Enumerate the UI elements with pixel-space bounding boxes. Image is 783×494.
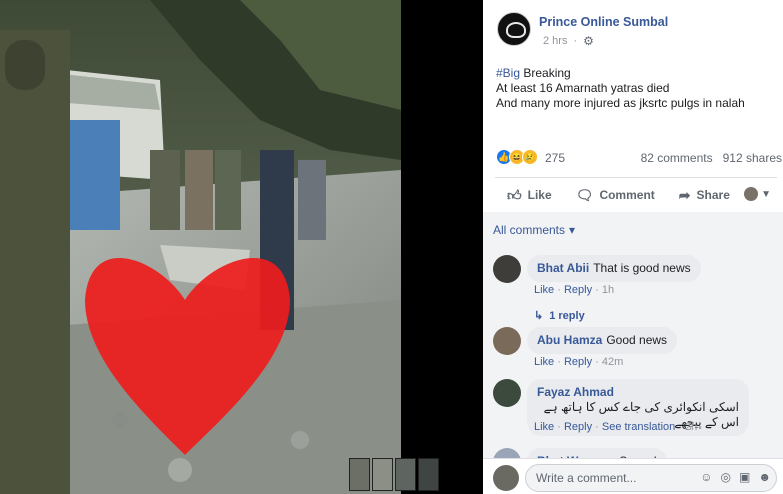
- share-arrow-icon: ➦: [678, 186, 691, 203]
- commenter-name[interactable]: Abu Hamza: [537, 333, 602, 347]
- avatar: [744, 187, 759, 201]
- page-name-link[interactable]: Prince Online Sumbal: [539, 15, 668, 29]
- comment-like-link[interactable]: Like: [534, 284, 554, 296]
- comment-bubble: Abu Hamza Good news: [527, 327, 678, 354]
- see-translation-link[interactable]: See translation: [602, 421, 675, 433]
- photo-thumbnail[interactable]: [418, 458, 439, 491]
- sticker-icon[interactable]: ☻: [758, 470, 771, 484]
- view-replies-link[interactable]: ↳ 1 reply: [534, 309, 585, 323]
- gear-icon[interactable]: ⚙: [583, 34, 594, 48]
- reaction-count[interactable]: 275: [545, 151, 565, 165]
- comment-time[interactable]: 42m: [602, 356, 623, 368]
- commenter-avatar[interactable]: [493, 255, 521, 283]
- comment-time[interactable]: 2h: [685, 421, 697, 433]
- shares-count-link[interactable]: 912 shares: [723, 151, 782, 165]
- emoji-icon[interactable]: ☺: [700, 470, 712, 484]
- comment-text: Good news: [606, 333, 668, 347]
- commenter-avatar[interactable]: [493, 327, 521, 355]
- comments-section: All comments ▾ Bhat Abii That is good new…: [483, 212, 783, 494]
- gif-icon[interactable]: ▣: [739, 470, 750, 484]
- engagement-counts: 82 comments 912 shares: [641, 151, 782, 165]
- comment-reply-link[interactable]: Reply: [564, 284, 592, 296]
- comment-actions: Like · Reply · 1h: [534, 284, 615, 296]
- commenter-name[interactable]: Fayaz Ahmad: [537, 385, 614, 399]
- page-avatar[interactable]: [497, 12, 531, 46]
- comment-bubble: Bhat Abii That is good news: [527, 255, 701, 282]
- photo-thumbnail-strip: [349, 458, 439, 491]
- caret-down-icon: ▾: [569, 223, 576, 237]
- sad-reaction-icon: 😢: [522, 149, 538, 165]
- comment: Bhat Abii That is good news Like · Reply …: [493, 255, 773, 322]
- comment-reply-link[interactable]: Reply: [564, 421, 592, 433]
- comment-like-link[interactable]: Like: [534, 421, 554, 433]
- photo-viewer: [0, 0, 483, 494]
- thumbs-up-icon: 👍︎: [507, 186, 522, 203]
- post-meta: 2 hrs · ⚙: [543, 34, 594, 48]
- photo-thumbnail[interactable]: [349, 458, 370, 491]
- post-text: #Big Breaking At least 16 Amarnath yatra…: [496, 66, 776, 111]
- post-actions-bar: 👍︎ Like 🗨︎ Comment ➦ Share ▼: [495, 181, 781, 209]
- post-line-3: And many more injured as jksrtc pulgs in…: [496, 96, 745, 110]
- photo-illustration: [0, 0, 401, 494]
- comment-reply-link[interactable]: Reply: [564, 356, 592, 368]
- comment-time[interactable]: 1h: [602, 284, 614, 296]
- post-header: Prince Online Sumbal 2 hrs · ⚙: [497, 12, 783, 52]
- like-button[interactable]: 👍︎ Like: [507, 187, 552, 204]
- post-side-panel: Prince Online Sumbal 2 hrs · ⚙ #Big Brea…: [483, 0, 783, 494]
- post-line-2: At least 16 Amarnath yatras died: [496, 81, 670, 95]
- reaction-icons[interactable]: 👍 😆 😢: [496, 149, 538, 165]
- post-timestamp[interactable]: 2 hrs: [543, 35, 567, 47]
- comment: Abu Hamza Good news Like · Reply · 42m: [493, 327, 773, 371]
- reply-arrow-icon: ↳: [534, 310, 544, 322]
- post-photo[interactable]: [0, 0, 401, 494]
- hashtag-link[interactable]: #Big: [496, 66, 520, 80]
- commenter-avatar[interactable]: [493, 379, 521, 407]
- post-line-1: #Big Breaking: [496, 66, 571, 80]
- comment-like-link[interactable]: Like: [534, 356, 554, 368]
- comment-actions: Like · Reply · 42m: [534, 356, 624, 368]
- commenter-name[interactable]: Bhat Abii: [537, 261, 589, 275]
- share-button[interactable]: ➦ Share: [679, 187, 730, 204]
- comment-text: That is good news: [593, 261, 691, 275]
- photo-thumbnail[interactable]: [372, 458, 393, 491]
- avatar: [493, 465, 519, 491]
- post-as-selector[interactable]: ▼: [744, 187, 771, 201]
- divider: [495, 177, 777, 178]
- speech-bubble-icon: 🗨︎: [575, 186, 594, 203]
- comment-actions: Like · Reply · See translation · 2h: [534, 421, 698, 433]
- reaction-summary: 👍 😆 😢 275 82 comments 912 shares: [496, 149, 782, 167]
- comment-button[interactable]: 🗨︎ Comment: [576, 187, 655, 204]
- write-comment-bar: Write a comment... ☺ ◎ ▣ ☻: [483, 458, 783, 494]
- comment: Fayaz Ahmad اسکی انکوائری کی جاے کس کا ہ…: [493, 379, 773, 439]
- comment-input-tools: ☺ ◎ ▣ ☻: [700, 470, 771, 484]
- comment-filter-dropdown[interactable]: All comments ▾: [493, 223, 575, 237]
- chevron-down-icon: ▼: [761, 188, 771, 200]
- comments-count-link[interactable]: 82 comments: [641, 151, 713, 165]
- camera-icon[interactable]: ◎: [721, 470, 731, 484]
- photo-thumbnail[interactable]: [395, 458, 416, 491]
